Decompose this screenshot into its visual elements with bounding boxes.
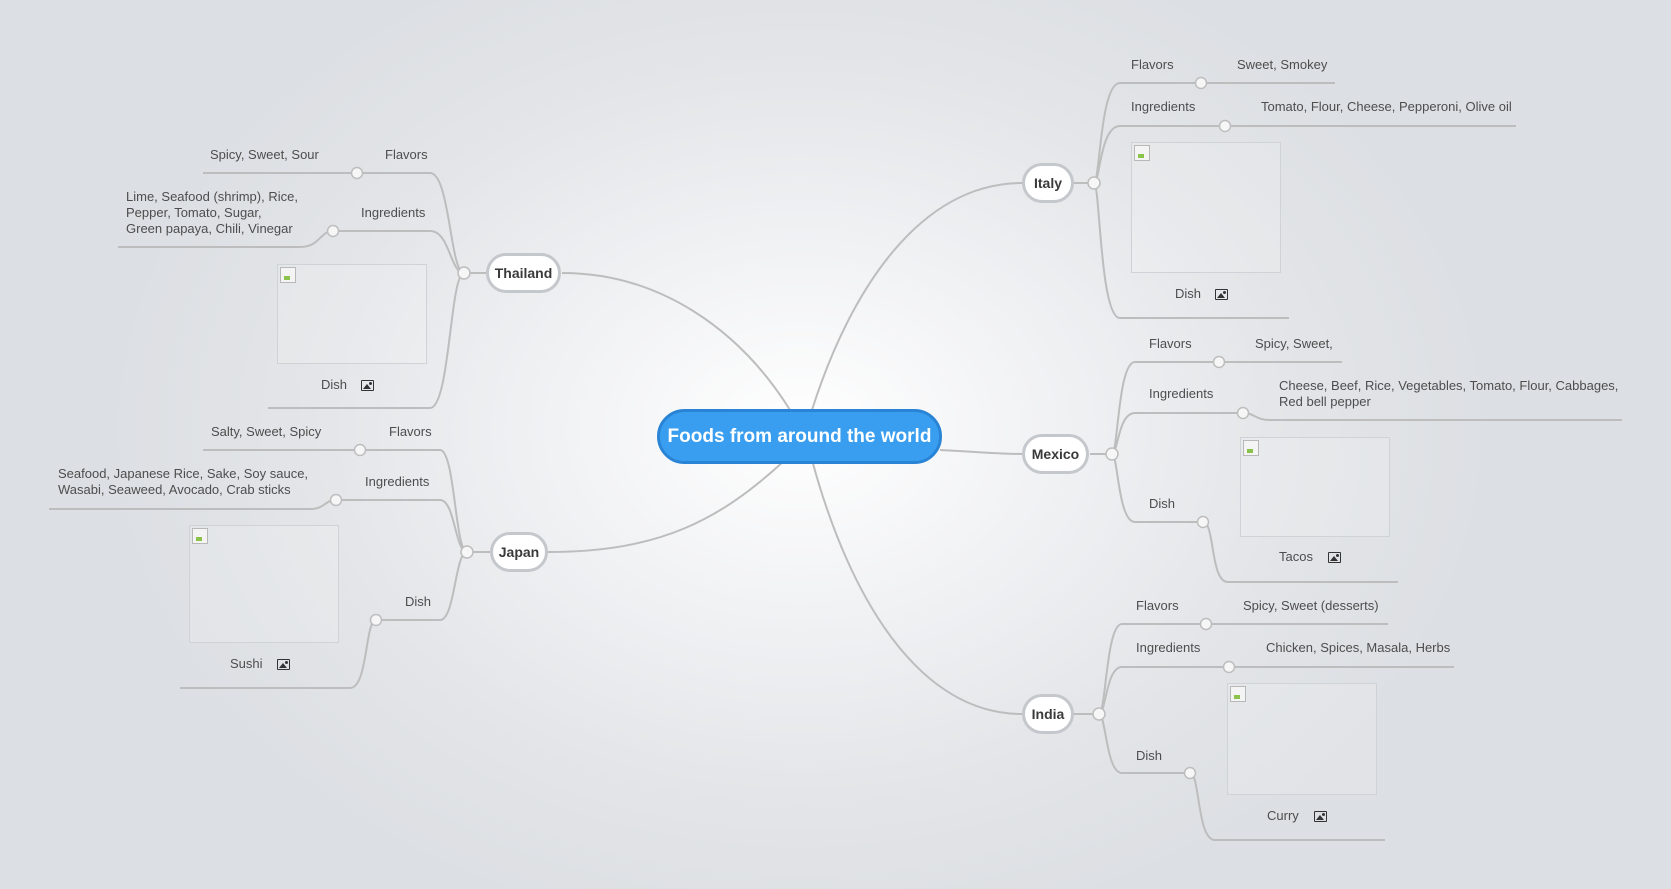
node-india-label: India [1031, 706, 1065, 722]
thailand-dish-label: Dish [321, 377, 348, 392]
image-icon[interactable] [1215, 289, 1228, 300]
mexico-flavors-label: Flavors [1149, 336, 1192, 351]
image-icon[interactable] [1314, 811, 1327, 822]
image-icon[interactable] [361, 380, 374, 391]
india-dish-label: Dish [1136, 748, 1163, 763]
mexico-ingredients-label: Ingredients [1149, 386, 1214, 401]
node-japan-label: Japan [498, 544, 540, 560]
node-italy-label: Italy [1033, 175, 1062, 191]
italy-ingredients-value: Tomato, Flour, Cheese, Pepperoni, Olive … [1261, 99, 1512, 114]
mexico-flavors-value: Spicy, Sweet, [1255, 336, 1333, 351]
node-mexico[interactable]: Mexico [1022, 434, 1089, 474]
india-dish-name: Curry [1267, 808, 1299, 823]
italy-flavors-label: Flavors [1131, 57, 1174, 72]
node-japan[interactable]: Japan [490, 532, 548, 572]
mexico-dish-image [1240, 437, 1390, 537]
italy-ingredients-label: Ingredients [1131, 99, 1196, 114]
india-flavors-value: Spicy, Sweet (desserts) [1243, 598, 1379, 613]
india-ingredients-value: Chicken, Spices, Masala, Herbs [1266, 640, 1451, 655]
junction-thailand [457, 266, 471, 280]
connector-root-italy [811, 182, 1023, 411]
italy-dish-label: Dish [1175, 286, 1202, 301]
node-italy[interactable]: Italy [1022, 163, 1074, 203]
japan-ingredients-value: Seafood, Japanese Rice, Sake, Soy sauce,… [58, 466, 309, 497]
japan-flavors-label: Flavors [389, 424, 432, 439]
mexico-dish-label: Dish [1149, 496, 1176, 511]
root-label: Foods from around the world [667, 425, 932, 447]
junction-mexico [1105, 447, 1119, 461]
japan-flavors-value: Salty, Sweet, Spicy [211, 424, 322, 439]
junction-japan [460, 545, 474, 559]
image-icon[interactable] [1328, 552, 1341, 563]
thailand-flavors-value: Spicy, Sweet, Sour [210, 147, 319, 162]
mexico-dish-name: Tacos [1279, 549, 1313, 564]
connector-root-india [811, 459, 1023, 715]
node-thailand-label: Thailand [494, 265, 553, 281]
connector-root-mexico [939, 449, 1023, 455]
italy-flavors-value: Sweet, Smokey [1237, 57, 1328, 72]
mexico-ingredients-value: Cheese, Beef, Rice, Vegetables, Tomato, … [1279, 378, 1619, 409]
root-node[interactable]: Foods from around the world [657, 409, 942, 464]
image-icon[interactable] [277, 659, 290, 670]
japan-dish-label: Dish [405, 594, 432, 609]
japan-ingredients-label: Ingredients [365, 474, 430, 489]
india-flavors-label: Flavors [1136, 598, 1179, 613]
india-ingredients-label: Ingredients [1136, 640, 1201, 655]
connector-root-japan [547, 459, 786, 553]
japan-dish-image [189, 525, 339, 643]
junction-italy [1087, 176, 1101, 190]
thailand-ingredients-value: Lime, Seafood (shrimp), Rice, Pepper, To… [126, 189, 298, 236]
thailand-flavors-label: Flavors [385, 147, 428, 162]
india-dish-image [1227, 683, 1377, 795]
japan-dish-name: Sushi [230, 656, 263, 671]
node-mexico-label: Mexico [1031, 446, 1080, 462]
junction-india [1092, 707, 1106, 721]
thailand-dish-image [277, 264, 427, 364]
thailand-ingredients-label: Ingredients [361, 205, 426, 220]
italy-dish-image [1131, 142, 1281, 273]
node-thailand[interactable]: Thailand [486, 253, 561, 293]
connector-root-thailand [561, 272, 791, 411]
node-india[interactable]: India [1022, 694, 1074, 734]
